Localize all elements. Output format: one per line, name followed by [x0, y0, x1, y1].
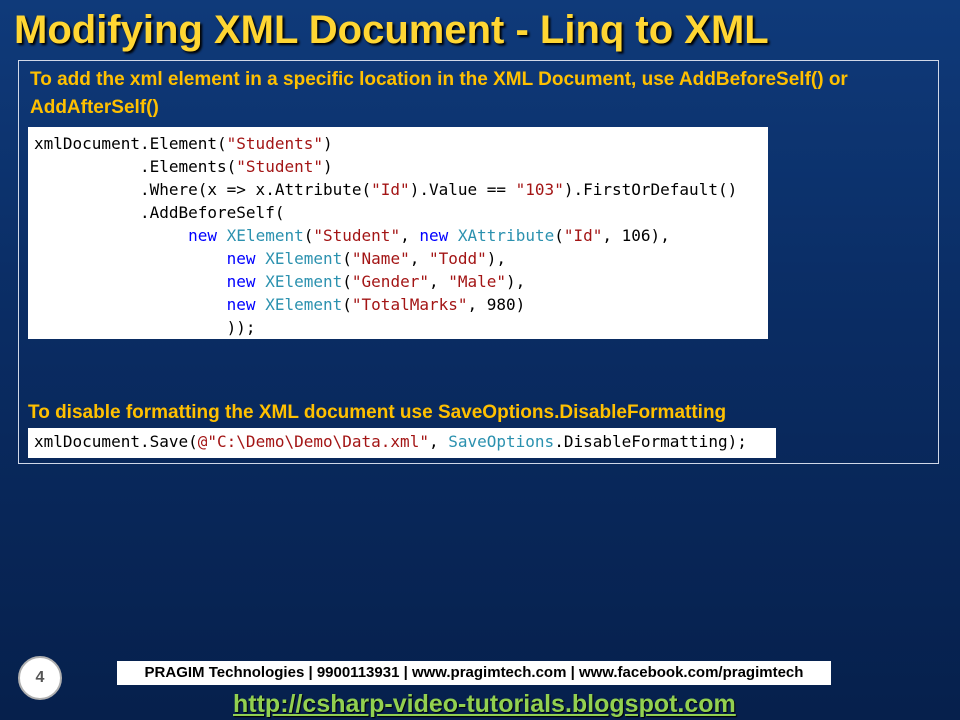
- code-token: "Student": [236, 157, 323, 176]
- code-token: ).Value ==: [409, 180, 516, 199]
- code-token: new: [226, 249, 256, 268]
- code-line: .Elements("Student"): [34, 155, 768, 178]
- code-token: , 106),: [602, 226, 670, 245]
- code-token: .DisableFormatting);: [554, 432, 747, 451]
- code-token: XElement: [226, 226, 304, 245]
- code-token: ).FirstOrDefault(): [563, 180, 738, 199]
- code-line: xmlDocument.Element("Students"): [34, 132, 768, 155]
- code-line: .AddBeforeSelf(: [34, 201, 768, 224]
- code-token: XElement: [265, 249, 343, 268]
- code-token: , 980): [467, 295, 526, 314]
- code-token: (: [342, 272, 352, 291]
- code-token: (: [342, 249, 352, 268]
- code-token: ),: [486, 249, 507, 268]
- bullet-add-element: To add the xml element in a specific loc…: [30, 69, 848, 118]
- code-line: xmlDocument.Save(@"C:\Demo\Demo\Data.xml…: [34, 430, 776, 453]
- code-token: .Where(x => x.Attribute(: [34, 180, 372, 199]
- code-token: "Male": [448, 272, 507, 291]
- code-token: (: [342, 295, 352, 314]
- code-token: (: [554, 226, 564, 245]
- footer-company-info: PRAGIM Technologies | 9900113931 | www.p…: [117, 661, 831, 685]
- code-token: ): [323, 157, 333, 176]
- code-token: ,: [428, 272, 449, 291]
- code-token: XAttribute: [457, 226, 555, 245]
- code-token: ): [322, 134, 333, 153]
- code-token: ));: [34, 318, 256, 337]
- code-token: xmlDocument.Element(: [34, 134, 227, 153]
- page-number: 4: [35, 669, 45, 686]
- code-token: new: [226, 295, 256, 314]
- code-token: ,: [428, 432, 449, 451]
- code-token: ,: [409, 249, 429, 268]
- code-token: ,: [400, 226, 420, 245]
- code-token: "TotalMarks": [351, 295, 468, 314]
- code-token: new: [226, 272, 256, 291]
- code-token: ),: [506, 272, 526, 291]
- code-line: .Where(x => x.Attribute("Id").Value == "…: [34, 178, 768, 201]
- code-block-add-before-self: xmlDocument.Element("Students") .Element…: [28, 127, 768, 339]
- code-block-save-options: xmlDocument.Save(@"C:\Demo\Demo\Data.xml…: [28, 428, 776, 458]
- code-token: "Gender": [351, 272, 429, 291]
- slide-title: Modifying XML Document - Linq to XML: [14, 8, 769, 52]
- code-token: "103": [515, 180, 564, 199]
- code-token: "Todd": [428, 249, 487, 268]
- code-line: new XElement("TotalMarks", 980): [34, 293, 768, 316]
- code-token: XElement: [265, 295, 343, 314]
- code-token: "Id": [371, 180, 410, 199]
- code-line: new XElement("Student", new XAttribute("…: [34, 224, 768, 247]
- code-line: new XElement("Gender", "Male"),: [34, 270, 768, 293]
- code-token: "Id": [563, 226, 603, 245]
- code-token: SaveOptions: [448, 432, 555, 451]
- code-token: XElement: [265, 272, 343, 291]
- code-token: "Students": [226, 134, 323, 153]
- code-token: "Name": [351, 249, 410, 268]
- bullet-disable-formatting: To disable formatting the XML document u…: [28, 402, 727, 423]
- code-token: @"C:\Demo\Demo\Data.xml": [197, 432, 429, 451]
- code-token: new: [188, 226, 218, 245]
- code-line: new XElement("Name", "Todd"),: [34, 247, 768, 270]
- code-token: .AddBeforeSelf(: [34, 203, 285, 222]
- footer-blog-link[interactable]: http://csharp-video-tutorials.blogspot.c…: [233, 688, 736, 720]
- page-number-badge: 4: [18, 656, 62, 700]
- code-line: ));: [34, 316, 768, 339]
- code-token: (: [303, 226, 314, 245]
- code-token: "Student": [313, 226, 401, 245]
- code-token: new: [419, 226, 449, 245]
- code-token: xmlDocument.Save(: [34, 432, 198, 451]
- code-token: .Elements(: [34, 157, 237, 176]
